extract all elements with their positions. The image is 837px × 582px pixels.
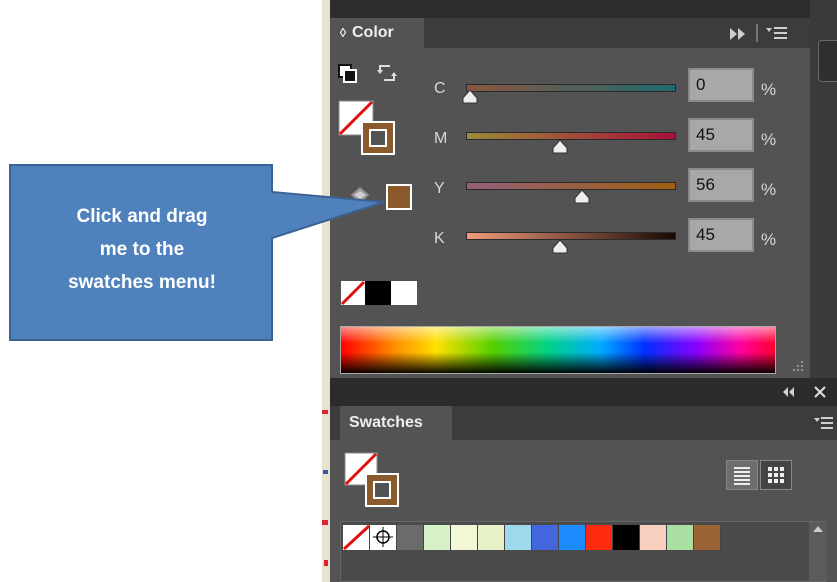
list-view-icon	[734, 467, 750, 485]
unit-y: %	[761, 180, 777, 199]
swatches-tabbar: Swatches	[330, 406, 837, 440]
slider-label-y: Y	[434, 180, 445, 197]
fast-forward-icon[interactable]	[730, 28, 748, 40]
slider-label-c: C	[434, 80, 446, 97]
slider-label-k: K	[434, 230, 445, 247]
swatch[interactable]	[397, 525, 424, 550]
swatch[interactable]	[586, 525, 613, 550]
swatch[interactable]	[505, 525, 532, 550]
value-field-k[interactable]: 45	[688, 218, 754, 252]
swatch[interactable]	[451, 525, 478, 550]
callout-text: Click and drag me to the swatches menu!	[68, 205, 216, 293]
value-field-m[interactable]: 45	[688, 118, 754, 152]
panel-menu-icon[interactable]	[766, 25, 788, 41]
swatch-none[interactable]	[342, 524, 371, 551]
value-field-y[interactable]: 56	[688, 168, 754, 202]
unit-k: %	[761, 230, 777, 249]
swatch[interactable]	[640, 525, 667, 550]
adjacent-panel-button[interactable]	[818, 40, 837, 82]
swatch[interactable]	[694, 525, 721, 550]
swatch[interactable]	[613, 525, 640, 550]
color-panel: ◊ Color C 0 % M 45 % Y 56 % K 45 %	[330, 0, 810, 378]
swatch[interactable]	[532, 525, 559, 550]
swatch[interactable]	[667, 525, 694, 550]
swatches-fill-stroke-selector[interactable]	[344, 452, 404, 510]
scroll-up-icon[interactable]	[809, 522, 827, 536]
panel-drag-bar[interactable]	[330, 0, 810, 18]
color-panel-tabbar: ◊ Color	[330, 18, 810, 48]
list-view-button[interactable]	[726, 460, 758, 490]
value-field-c[interactable]: 0	[688, 68, 754, 102]
swatches-list	[340, 521, 827, 582]
grid-view-icon	[768, 467, 784, 483]
close-icon[interactable]	[814, 386, 826, 398]
slider-track-k[interactable]	[466, 232, 676, 240]
swatch[interactable]	[424, 525, 451, 550]
collapse-icon[interactable]	[782, 387, 796, 397]
grid-view-button[interactable]	[760, 460, 792, 490]
unit-c: %	[761, 80, 777, 99]
unit-m: %	[761, 130, 777, 149]
swatch[interactable]	[478, 525, 505, 550]
tab-swatches[interactable]: Swatches	[340, 406, 452, 440]
color-spectrum-bar[interactable]	[340, 326, 776, 374]
swatches-scrollbar[interactable]	[809, 522, 827, 581]
slider-track-y[interactable]	[466, 182, 676, 190]
panel-menu-icon[interactable]	[814, 416, 834, 430]
swatches-panel-header[interactable]	[330, 378, 837, 406]
swatch[interactable]	[559, 525, 586, 550]
slider-track-c[interactable]	[466, 84, 676, 92]
swatch-registration[interactable]	[370, 525, 397, 550]
divider	[756, 24, 758, 42]
swatches-panel: Swatches	[330, 378, 837, 582]
slider-label-m: M	[434, 130, 448, 147]
resize-grip-icon[interactable]	[792, 360, 804, 372]
slider-track-m[interactable]	[466, 132, 676, 140]
